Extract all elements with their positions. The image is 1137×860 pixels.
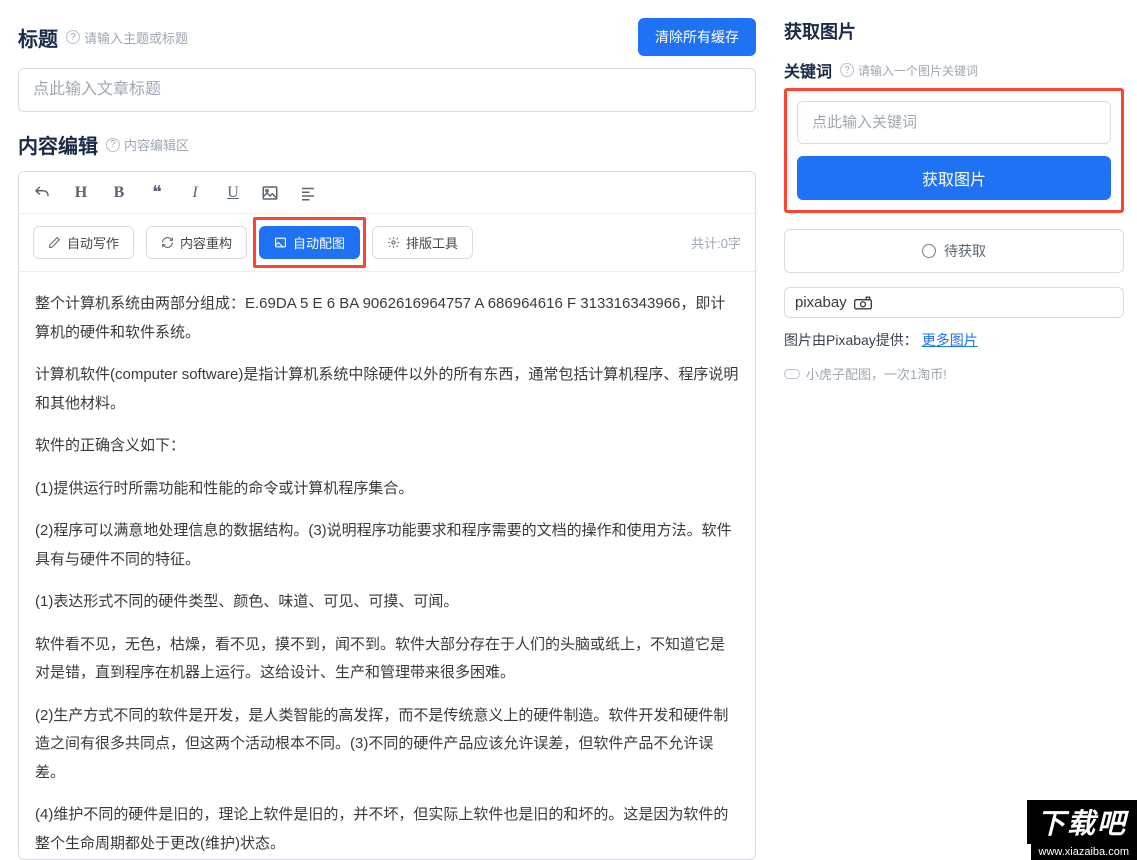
cloud-icon (784, 369, 800, 379)
camera-icon (853, 296, 873, 310)
paragraph: 计算机软件(computer software)是指计算机系统中除硬件以外的所有… (35, 361, 739, 418)
circle-icon (922, 244, 936, 258)
editor: H B ❝ I U 自动写作 内容重构 (18, 171, 756, 860)
layout-tool-button[interactable]: 排版工具 (372, 226, 473, 259)
get-image-title: 获取图片 (784, 18, 1124, 44)
auto-write-button[interactable]: 自动写作 (33, 226, 134, 259)
paragraph: 整个计算机系统由两部分组成：E.69DA 5 E 6 BA 9062616964… (35, 290, 739, 347)
editor-section-label: 内容编辑 (18, 130, 98, 159)
paragraph: 软件看不见，无色，枯燥，看不见，摸不到，闻不到。软件大部分存在于人们的头脑或纸上… (35, 631, 739, 688)
paragraph: (1)提供运行时所需功能和性能的命令或计算机程序集合。 (35, 475, 739, 504)
title-section-header: 标题 ? 请输入主题或标题 清除所有缓存 (18, 18, 756, 56)
editor-body[interactable]: 整个计算机系统由两部分组成：E.69DA 5 E 6 BA 9062616964… (19, 272, 755, 859)
paragraph: (4)维护不同的硬件是旧的，理论上软件是旧的，并不坏，但实际上软件也是旧的和坏的… (35, 801, 739, 858)
paragraph: (1)表达形式不同的硬件类型、颜色、味道、可见、可摸、可闻。 (35, 588, 739, 617)
heading-icon[interactable]: H (71, 184, 91, 202)
quote-icon[interactable]: ❝ (147, 182, 167, 203)
help-icon: ? (106, 138, 120, 152)
editor-hint: ? 内容编辑区 (106, 135, 189, 154)
paragraph: 软件的正确含义如下： (35, 432, 739, 461)
restructure-button[interactable]: 内容重构 (146, 226, 247, 259)
paragraph: (2)生产方式不同的软件是开发，是人类智能的高发挥，而不是传统意义上的硬件制造。… (35, 702, 739, 788)
more-images-link[interactable]: 更多图片 (922, 332, 978, 348)
align-left-icon[interactable] (299, 184, 319, 202)
help-icon: ? (66, 30, 80, 44)
editor-section-header: 内容编辑 ? 内容编辑区 (18, 130, 756, 159)
keyword-input[interactable] (797, 101, 1111, 144)
auto-image-button[interactable]: 自动配图 (259, 226, 360, 259)
action-toolbar: 自动写作 内容重构 自动配图 排版工具 共计:0字 (19, 214, 755, 272)
keyword-box: 获取图片 (784, 88, 1124, 213)
title-hint: ? 请输入主题或标题 (66, 28, 188, 47)
format-toolbar: H B ❝ I U (19, 172, 755, 214)
image-credit: 图片由Pixabay提供： 更多图片 (784, 330, 1124, 350)
char-count: 共计:0字 (691, 233, 741, 252)
keyword-header: 关键词 ? 请输入一个图片关键词 (784, 58, 1124, 82)
bold-icon[interactable]: B (109, 184, 129, 202)
italic-icon[interactable]: I (185, 184, 205, 202)
paragraph: (2)程序可以满意地处理信息的数据结构。(3)说明程序功能要求和程序需要的文档的… (35, 517, 739, 574)
get-image-button[interactable]: 获取图片 (797, 156, 1111, 200)
cost-tip: 小虎子配图，一次1淘币! (784, 364, 1124, 383)
undo-icon[interactable] (33, 184, 53, 202)
pixabay-badge: pixabay (784, 287, 1124, 318)
article-title-input[interactable] (18, 68, 756, 112)
help-icon: ? (840, 63, 854, 77)
keyword-label: 关键词 (784, 58, 832, 82)
underline-icon[interactable]: U (223, 184, 243, 202)
image-icon[interactable] (261, 184, 281, 202)
pending-status[interactable]: 待获取 (784, 229, 1124, 273)
watermark: 下载吧 www.xiazaiba.com (1027, 800, 1137, 860)
keyword-hint: ? 请输入一个图片关键词 (840, 62, 978, 79)
clear-cache-button[interactable]: 清除所有缓存 (638, 18, 756, 56)
title-label: 标题 (18, 23, 58, 52)
